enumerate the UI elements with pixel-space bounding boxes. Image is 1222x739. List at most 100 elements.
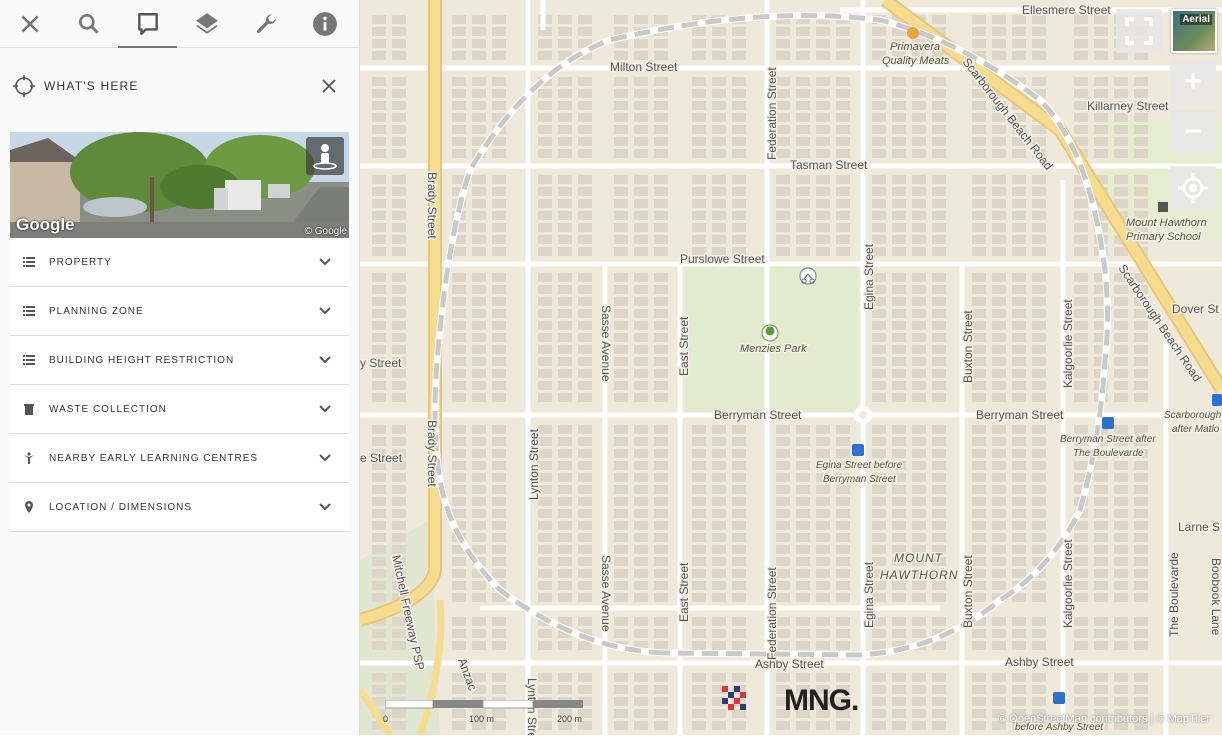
list-icon xyxy=(22,353,36,367)
street-label: Kalgoorlie Street xyxy=(1061,539,1075,628)
search-button[interactable] xyxy=(59,0,118,48)
scale-label: 0 xyxy=(383,714,389,724)
list-icon xyxy=(22,255,36,269)
mng-logo: MNG. xyxy=(784,684,858,717)
street-label: Tasman Street xyxy=(790,158,868,172)
wrench-icon xyxy=(256,13,276,33)
street-label: y Street xyxy=(360,356,402,370)
crosshair-icon xyxy=(13,75,35,97)
aerial-toggle-button[interactable]: Aerial xyxy=(1171,9,1217,53)
map-attribution[interactable]: © OpenStreetMap contributors | © MapTile… xyxy=(998,713,1210,725)
suburb-label: MOUNT xyxy=(894,551,944,565)
whats-here-title: WHAT'S HERE xyxy=(44,79,139,93)
street-label: Lynton Street xyxy=(527,428,541,500)
info-icon xyxy=(312,11,337,36)
street-label: Buxton Street xyxy=(961,310,975,383)
list-icon xyxy=(22,304,36,318)
aerial-label: Aerial xyxy=(1180,14,1212,25)
info-button[interactable] xyxy=(295,0,354,48)
fullscreen-icon xyxy=(1125,17,1153,45)
street-label: Killarney Street xyxy=(1087,99,1169,113)
street-label: Ellesmere Street xyxy=(1022,3,1111,17)
scale-label: 200 m xyxy=(557,714,583,724)
chevron-down-icon xyxy=(319,405,331,413)
comment-icon xyxy=(137,12,158,35)
fullscreen-button[interactable] xyxy=(1116,9,1162,53)
section-planning-zone[interactable]: PLANNING ZONE xyxy=(10,287,349,336)
google-logo: Google xyxy=(16,215,75,234)
street-label: East Street xyxy=(677,562,691,622)
shop-icon xyxy=(907,27,919,39)
street-label: Berryman Street xyxy=(976,408,1064,422)
whats-here-header: WHAT'S HERE xyxy=(12,72,341,100)
comment-button[interactable] xyxy=(118,0,177,48)
sidebar: WHAT'S HERE Google © Google PROPERTY PLA… xyxy=(0,0,360,735)
locate-me-button[interactable] xyxy=(1170,166,1216,210)
poi-label: Primary School xyxy=(1126,231,1201,243)
street-label: East Street xyxy=(677,316,691,376)
poi-label: Menzies Park xyxy=(740,343,807,355)
bus-stop-icon xyxy=(1102,417,1114,429)
street-label: Larne S xyxy=(1178,520,1220,534)
poi-label: Egina Street before xyxy=(816,460,903,471)
section-label: WASTE COLLECTION xyxy=(49,403,167,415)
pin-icon xyxy=(22,500,36,514)
map-canvas[interactable]: Ellesmere Street Milton Street Killarney… xyxy=(360,0,1222,735)
street-label: Kalgoorlie Street xyxy=(1061,299,1075,388)
bus-stop-icon xyxy=(852,444,864,456)
section-building-height-restriction[interactable]: BUILDING HEIGHT RESTRICTION xyxy=(10,336,349,385)
child-icon xyxy=(22,451,36,465)
street-label: Milton Street xyxy=(610,60,678,74)
zoom-in-icon: + xyxy=(1184,65,1202,98)
poi-label: Berryman Street after xyxy=(1060,434,1156,445)
section-label: PLANNING ZONE xyxy=(49,305,144,317)
street-label: Brady Street xyxy=(425,172,439,239)
gps-target-icon xyxy=(1178,173,1208,203)
search-icon xyxy=(78,13,99,34)
suburb-label: HAWTHORN xyxy=(880,568,958,582)
poi-label: Quality Meats xyxy=(882,55,950,67)
close-icon xyxy=(20,14,39,33)
pegman-icon xyxy=(313,144,337,170)
street-label: e Street xyxy=(360,451,403,465)
bus-stop-icon xyxy=(1212,394,1222,406)
street-label: Dover St xyxy=(1172,302,1219,316)
bus-stop-icon xyxy=(1053,692,1065,704)
chevron-down-icon xyxy=(319,454,331,462)
scale-bar: 100 m 200 m 0 xyxy=(383,699,585,734)
street-label: Sasse Avenue xyxy=(599,555,613,632)
street-label: Egina Street xyxy=(862,243,876,310)
chevron-down-icon xyxy=(319,307,331,315)
close-icon xyxy=(322,79,336,93)
poi-label: after Matlo xyxy=(1172,424,1220,435)
section-nearby-early-learning-centres[interactable]: NEARBY EARLY LEARNING CENTRES xyxy=(10,434,349,483)
street-label: Purslowe Street xyxy=(680,252,765,266)
close-button[interactable] xyxy=(0,0,59,48)
chevron-down-icon xyxy=(319,503,331,511)
zoom-out-button[interactable]: − xyxy=(1170,110,1216,154)
layers-button[interactable] xyxy=(177,0,236,48)
school-icon xyxy=(1158,202,1168,212)
poi-label: Scarborough xyxy=(1164,410,1222,421)
section-property[interactable]: PROPERTY xyxy=(10,238,349,287)
chevron-down-icon xyxy=(319,258,331,266)
tools-button[interactable] xyxy=(236,0,295,48)
street-label: Ashby Street xyxy=(1005,655,1074,669)
bicycle-icon xyxy=(799,267,817,285)
section-label: LOCATION / DIMENSIONS xyxy=(49,501,193,513)
layers-icon xyxy=(195,12,218,34)
trash-icon xyxy=(22,402,36,416)
map-base: Ellesmere Street Milton Street Killarney… xyxy=(360,0,1222,735)
street-view-thumbnail[interactable]: Google © Google xyxy=(10,132,349,238)
toolbar xyxy=(0,0,359,48)
section-location-dimensions[interactable]: LOCATION / DIMENSIONS xyxy=(10,483,349,532)
whats-here-close-button[interactable] xyxy=(317,74,341,98)
zoom-in-button[interactable]: + xyxy=(1170,60,1216,104)
section-waste-collection[interactable]: WASTE COLLECTION xyxy=(10,385,349,434)
street-view-pegman-button[interactable] xyxy=(306,137,344,175)
section-label: BUILDING HEIGHT RESTRICTION xyxy=(49,354,235,366)
scale-label: 100 m xyxy=(469,714,495,724)
zoom-out-icon: − xyxy=(1184,115,1202,148)
street-label: The Boulevarde xyxy=(1167,552,1181,637)
section-label: NEARBY EARLY LEARNING CENTRES xyxy=(49,452,259,464)
